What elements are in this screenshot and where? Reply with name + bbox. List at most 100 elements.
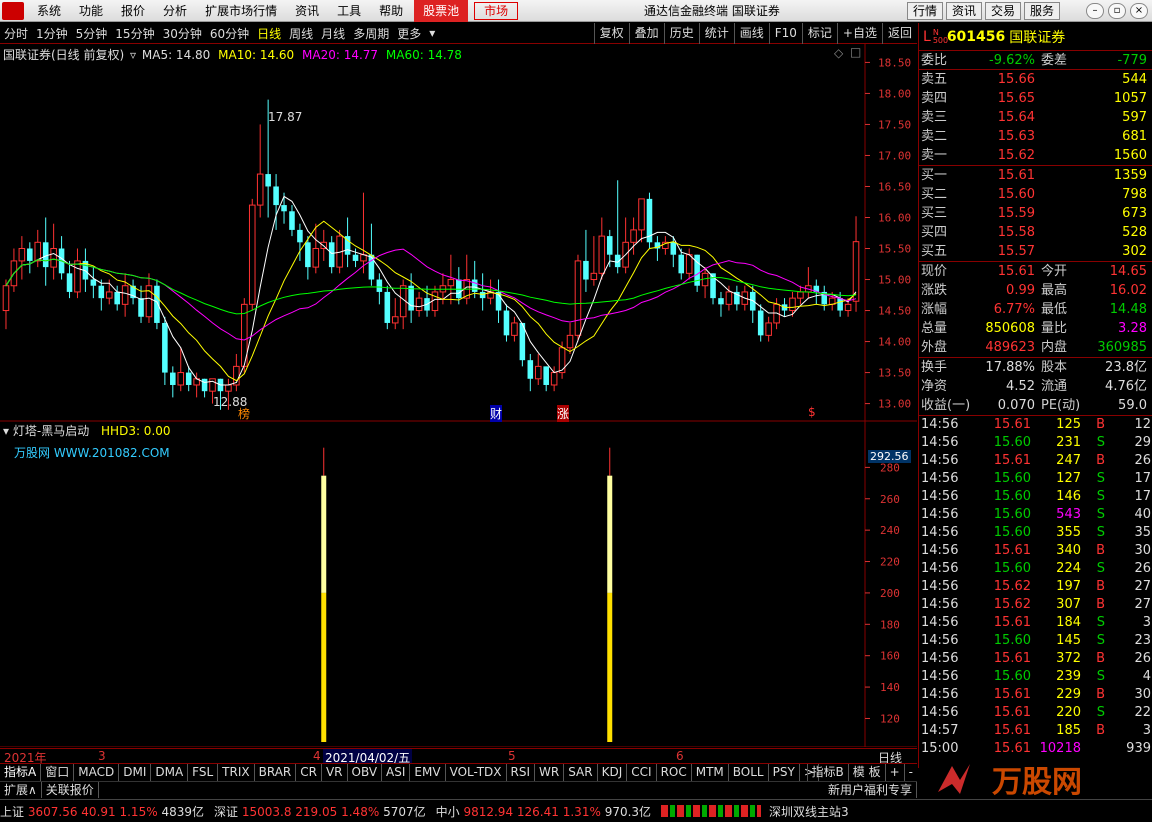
- menu-info[interactable]: 资讯: [286, 0, 328, 22]
- candle[interactable]: [734, 285, 740, 311]
- period-month[interactable]: 月线: [317, 25, 349, 42]
- candle[interactable]: [447, 254, 455, 305]
- tab-asi[interactable]: ASI: [382, 764, 411, 781]
- tool-adjust[interactable]: 复权: [593, 23, 629, 44]
- tool-mark[interactable]: 标记: [801, 23, 837, 44]
- expand-button[interactable]: 扩展∧: [0, 782, 42, 798]
- new-user-benefit-link[interactable]: 新用户福利专享: [824, 782, 917, 798]
- candle[interactable]: [685, 248, 693, 280]
- chart-area[interactable]: 13.00 13.50 14.00 14.50 15.00 15.50 16.00 16.50…: [0, 44, 917, 766]
- server-name[interactable]: 深圳双线主站3: [769, 803, 849, 820]
- period-1min[interactable]: 1分钟: [32, 25, 72, 42]
- candle[interactable]: [90, 267, 97, 299]
- marker-dollar[interactable]: $: [808, 405, 816, 419]
- candle[interactable]: [654, 236, 661, 261]
- candle[interactable]: [289, 205, 295, 237]
- period-more[interactable]: 更多: [393, 25, 425, 42]
- tab-right[interactable]: -: [903, 764, 917, 781]
- marker-zhang[interactable]: 涨: [557, 405, 570, 422]
- ask-row[interactable]: 卖三 15.64 597: [919, 108, 1152, 127]
- bid-row[interactable]: 买五 15.57 302: [919, 242, 1152, 261]
- ma-settings-icon[interactable]: ▿: [130, 48, 136, 62]
- btn-trade[interactable]: 交易: [984, 2, 1021, 20]
- candle[interactable]: [415, 291, 423, 317]
- period-60min[interactable]: 60分钟: [206, 25, 253, 42]
- indicator-name[interactable]: 灯塔-黑马启动: [13, 424, 89, 438]
- period-week[interactable]: 周线: [285, 25, 317, 42]
- tab-sar[interactable]: SAR: [564, 764, 598, 781]
- candle[interactable]: [233, 353, 240, 392]
- candle[interactable]: [598, 217, 606, 280]
- restore-icon[interactable]: ▫: [1108, 3, 1126, 19]
- tab-wr[interactable]: WR: [535, 764, 565, 781]
- index-quote[interactable]: 中小 9812.94 126.41 1.31% 970.3亿: [436, 803, 651, 820]
- tab-kdj[interactable]: KDJ: [598, 764, 628, 781]
- candle[interactable]: [503, 304, 510, 342]
- candle[interactable]: [701, 267, 709, 299]
- close-icon[interactable]: ×: [1130, 3, 1148, 19]
- candle[interactable]: [360, 192, 367, 274]
- candle[interactable]: [797, 285, 804, 305]
- ask-row[interactable]: 卖四 15.65 1057: [919, 89, 1152, 108]
- candle[interactable]: [66, 260, 73, 299]
- candle[interactable]: [74, 248, 81, 299]
- bid-row[interactable]: 买三 15.59 673: [919, 204, 1152, 223]
- btn-info[interactable]: 资讯: [945, 2, 982, 20]
- tab-emv[interactable]: EMV: [410, 764, 446, 781]
- period-more-chevron-icon[interactable]: ▾: [425, 26, 439, 40]
- tab-dmi[interactable]: DMI: [119, 764, 152, 781]
- tab-vr[interactable]: VR: [322, 764, 348, 781]
- period-30min[interactable]: 30分钟: [159, 25, 206, 42]
- ask-row[interactable]: 卖一 15.62 1560: [919, 146, 1152, 165]
- period-fenshi[interactable]: 分时: [0, 25, 32, 42]
- bid-row[interactable]: 买四 15.58 528: [919, 223, 1152, 242]
- candle[interactable]: [630, 217, 637, 255]
- period-day[interactable]: 日线: [253, 25, 285, 42]
- chart-expand-icon[interactable]: ◇: [834, 46, 843, 60]
- tab-vol-tdx[interactable]: VOL-TDX: [446, 764, 507, 781]
- candle[interactable]: [162, 316, 168, 385]
- index-quote[interactable]: 上证 3607.56 40.91 1.15% 4839亿: [0, 803, 204, 820]
- candle[interactable]: [638, 198, 645, 243]
- index-quote[interactable]: 深证 15003.8 219.05 1.48% 5707亿: [214, 803, 426, 820]
- candle[interactable]: [765, 316, 772, 342]
- tab-cci[interactable]: CCI: [627, 764, 657, 781]
- candle[interactable]: [662, 236, 669, 255]
- candle[interactable]: [98, 279, 105, 311]
- candle[interactable]: [177, 347, 185, 392]
- marker-bang[interactable]: 榜: [238, 405, 250, 422]
- candle[interactable]: [50, 223, 57, 280]
- tool-f10[interactable]: F10: [768, 23, 802, 44]
- candle[interactable]: [543, 366, 549, 392]
- candle[interactable]: [241, 298, 248, 373]
- candle[interactable]: [479, 273, 486, 311]
- tab-right[interactable]: +: [884, 764, 904, 781]
- candle[interactable]: [34, 229, 42, 268]
- period-multi[interactable]: 多周期: [349, 25, 393, 42]
- candle[interactable]: [154, 279, 160, 330]
- candle[interactable]: [511, 316, 518, 342]
- tool-history[interactable]: 历史: [663, 23, 699, 44]
- candle[interactable]: [534, 353, 542, 385]
- candle[interactable]: [471, 260, 478, 299]
- tab-roc[interactable]: ROC: [657, 764, 692, 781]
- tool-back[interactable]: 返回: [881, 23, 917, 44]
- kline-chart[interactable]: 13.00 13.50 14.00 14.50 15.00 15.50 16.00 16.50…: [0, 44, 917, 747]
- tab-psy[interactable]: PSY: [769, 764, 800, 781]
- menu-market[interactable]: 市场: [474, 1, 519, 20]
- candle[interactable]: [757, 304, 764, 342]
- tab-mtm[interactable]: MTM: [692, 764, 729, 781]
- candle[interactable]: [10, 248, 18, 292]
- candle[interactable]: [248, 198, 256, 311]
- tab-boll[interactable]: BOLL: [729, 764, 769, 781]
- candle[interactable]: [170, 366, 176, 398]
- candle[interactable]: [368, 223, 375, 286]
- candle[interactable]: [42, 217, 49, 286]
- candle[interactable]: [622, 217, 629, 274]
- menu-tools[interactable]: 工具: [328, 0, 370, 22]
- menu-ext-market[interactable]: 扩展市场行情: [196, 0, 286, 22]
- period-15min[interactable]: 15分钟: [111, 25, 158, 42]
- indicator-collapse-icon[interactable]: ▾: [3, 424, 9, 438]
- candle[interactable]: [566, 322, 574, 354]
- tab-rsi[interactable]: RSI: [507, 764, 536, 781]
